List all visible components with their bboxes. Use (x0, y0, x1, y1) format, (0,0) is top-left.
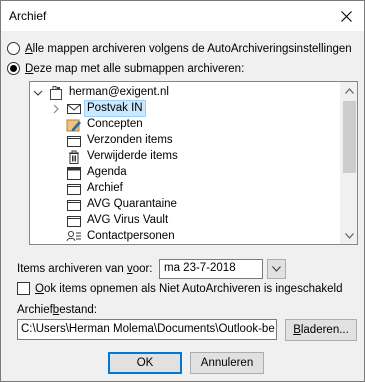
scroll-up-button[interactable] (341, 82, 357, 99)
tree-item-deleted[interactable]: Verwijderde items (66, 148, 180, 165)
scroll-up-icon (345, 87, 354, 94)
tree-item-sent[interactable]: Verzonden items (66, 132, 175, 149)
envelope-icon (67, 103, 81, 114)
scroll-down-icon (345, 232, 354, 239)
tree-item-archive[interactable]: Archief (66, 180, 125, 197)
tree-item-calendar[interactable]: Agenda (66, 164, 129, 181)
tree-item-contacts[interactable]: Contactpersonen (66, 228, 177, 244)
archive-all-label: Alle mappen archiveren volgens de AutoAr… (25, 42, 352, 55)
mailbox-icon (50, 85, 62, 100)
contacts-icon (66, 230, 81, 241)
browse-button[interactable]: Bladeren... (285, 319, 357, 341)
folder-icon (67, 215, 81, 227)
scroll-down-button[interactable] (341, 227, 357, 244)
close-icon (340, 10, 352, 22)
tree-item-drafts[interactable]: Concepten (66, 116, 145, 133)
date-input[interactable]: ma 23-7-2018 (159, 259, 263, 279)
archive-folder-label: Deze map met alle submappen archiveren: (25, 62, 245, 75)
archive-all-option[interactable]: Alle mappen archiveren volgens de AutoAr… (7, 42, 352, 55)
calendar-icon (67, 166, 81, 180)
cancel-button[interactable]: Annuleren (190, 352, 264, 374)
include-noautoarchive-label: Ook items opnemen als Niet AutoArchivere… (35, 282, 343, 295)
ok-button[interactable]: OK (108, 352, 182, 374)
tree-item-avg-quarantine[interactable]: AVG Quarantaine (66, 196, 179, 213)
tree-item-label: Verzonden items (87, 134, 173, 146)
tree-item-account[interactable]: herman@exigent.nl (32, 84, 171, 101)
tree-item-label: Archief (87, 182, 123, 194)
expanded-chevron-icon[interactable] (32, 87, 44, 99)
tree-scrollbar[interactable] (340, 82, 357, 244)
drafts-icon (66, 119, 81, 131)
dialog-title: Archief (9, 9, 47, 23)
tree-item-avg-virus-vault[interactable]: AVG Virus Vault (66, 212, 170, 229)
tree-item-label: Agenda (87, 166, 127, 178)
browse-label: Bladeren... (293, 324, 349, 336)
folder-icon (67, 199, 81, 211)
tree-item-label: AVG Quarantaine (87, 198, 177, 210)
tree-item-inbox[interactable]: Postvak IN (50, 100, 146, 117)
collapsed-chevron-icon[interactable] (50, 103, 62, 115)
include-noautoarchive-option[interactable]: Ook items opnemen als Niet AutoArchivere… (17, 282, 342, 295)
tree-item-label: herman@exigent.nl (69, 86, 169, 98)
folder-tree[interactable]: herman@exigent.nl Postvak IN Concepten V… (29, 81, 358, 245)
folder-icon (67, 183, 81, 195)
tree-item-label: Verwijderde items (87, 150, 178, 162)
archive-file-input[interactable]: C:\Users\Herman Molema\Documents\Outlook… (17, 319, 277, 340)
close-button[interactable] (334, 4, 358, 28)
archive-dialog: Archief Alle mappen archiveren volgens d… (0, 0, 365, 382)
tree-item-label: AVG Virus Vault (87, 214, 169, 226)
date-dropdown-button[interactable] (267, 259, 286, 279)
title-bar: Archief (1, 1, 364, 31)
tree-item-label: Concepten (87, 118, 143, 130)
archive-folder-option[interactable]: Deze map met alle submappen archiveren: (7, 62, 244, 75)
scroll-thumb[interactable] (343, 101, 356, 173)
archive-file-label: Archiefbestand: (17, 304, 97, 316)
date-label: Items archiveren van voor: (17, 263, 153, 275)
archive-folder-radio[interactable] (7, 62, 20, 75)
include-noautoarchive-checkbox[interactable] (17, 282, 30, 295)
archive-all-radio[interactable] (7, 42, 20, 55)
folder-icon (67, 135, 81, 147)
chevron-down-icon (272, 266, 281, 272)
tree-item-label: Contactpersonen (87, 230, 175, 242)
tree-item-label: Postvak IN (84, 100, 146, 117)
trash-icon (69, 150, 79, 164)
